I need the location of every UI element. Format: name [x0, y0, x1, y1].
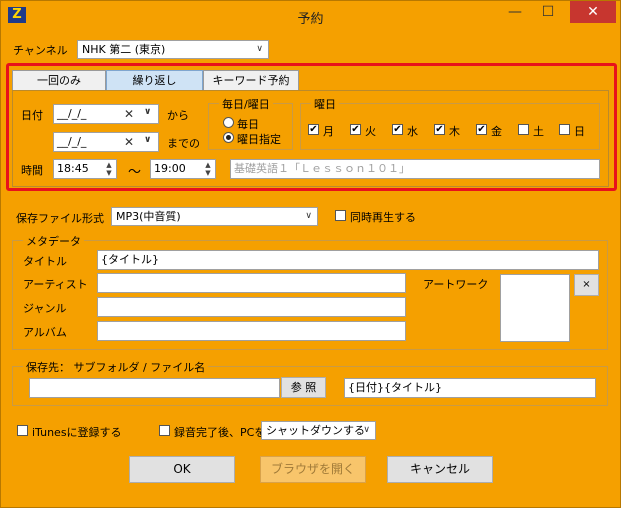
- close-button[interactable]: ✕: [570, 1, 616, 23]
- meta-title-label: タイトル: [23, 255, 67, 268]
- chevron-down-icon: ∨: [363, 425, 370, 435]
- channel-label: チャンネル: [13, 44, 68, 57]
- itunes-checkbox[interactable]: [17, 425, 28, 436]
- meta-title-value: {タイトル}: [101, 253, 159, 266]
- open-browser-button[interactable]: ブラウザを開く: [260, 456, 366, 483]
- metadata-title: メタデータ: [23, 233, 84, 249]
- after-rec-label: 録音完了後、PCを: [174, 426, 266, 439]
- artist-input[interactable]: [97, 273, 406, 293]
- simul-play-checkbox[interactable]: [335, 210, 346, 221]
- format-select[interactable]: MP3(中音質) ∨: [111, 207, 318, 226]
- save-title: 保存先： サブフォルダ / ファイル名: [23, 359, 209, 375]
- channel-value: NHK 第二 (東京): [82, 43, 166, 56]
- genre-label: ジャンル: [23, 302, 67, 315]
- ok-button[interactable]: OK: [129, 456, 235, 483]
- itunes-label: iTunesに登録する: [32, 426, 122, 439]
- minimize-button[interactable]: —: [501, 1, 529, 23]
- filename-value: {日付}{タイトル}: [348, 381, 442, 394]
- subfolder-input[interactable]: [29, 378, 280, 398]
- after-rec-checkbox[interactable]: [159, 425, 170, 436]
- channel-select[interactable]: NHK 第二 (東京) ∨: [77, 40, 269, 59]
- highlight-frame: [6, 63, 617, 191]
- format-value: MP3(中音質): [116, 210, 181, 223]
- artwork-clear-button[interactable]: ×: [574, 274, 599, 296]
- after-rec-action-select[interactable]: シャットダウンする ∨: [261, 421, 376, 440]
- chevron-down-icon: ∨: [256, 44, 263, 54]
- artwork-label: アートワーク: [423, 278, 489, 291]
- album-label: アルバム: [23, 326, 67, 339]
- cancel-button[interactable]: キャンセル: [387, 456, 493, 483]
- artwork-image-box[interactable]: [500, 274, 570, 342]
- album-input[interactable]: [97, 321, 406, 341]
- genre-input[interactable]: [97, 297, 406, 317]
- browse-button[interactable]: 参 照: [281, 377, 326, 398]
- maximize-button[interactable]: ☐: [534, 1, 562, 23]
- simul-play-label: 同時再生する: [350, 211, 416, 224]
- filename-input[interactable]: {日付}{タイトル}: [344, 378, 596, 398]
- meta-title-input[interactable]: {タイトル}: [97, 250, 599, 270]
- format-label: 保存ファイル形式: [16, 212, 104, 225]
- chevron-down-icon: ∨: [305, 211, 312, 221]
- after-rec-action-value: シャットダウンする: [266, 424, 365, 437]
- reservation-dialog: Z 予約 — ☐ ✕ チャンネル NHK 第二 (東京) ∨ 一回のみ 繰り返し…: [0, 0, 621, 508]
- artist-label: アーティスト: [23, 278, 88, 291]
- title-bar: Z 予約 — ☐ ✕: [1, 1, 620, 31]
